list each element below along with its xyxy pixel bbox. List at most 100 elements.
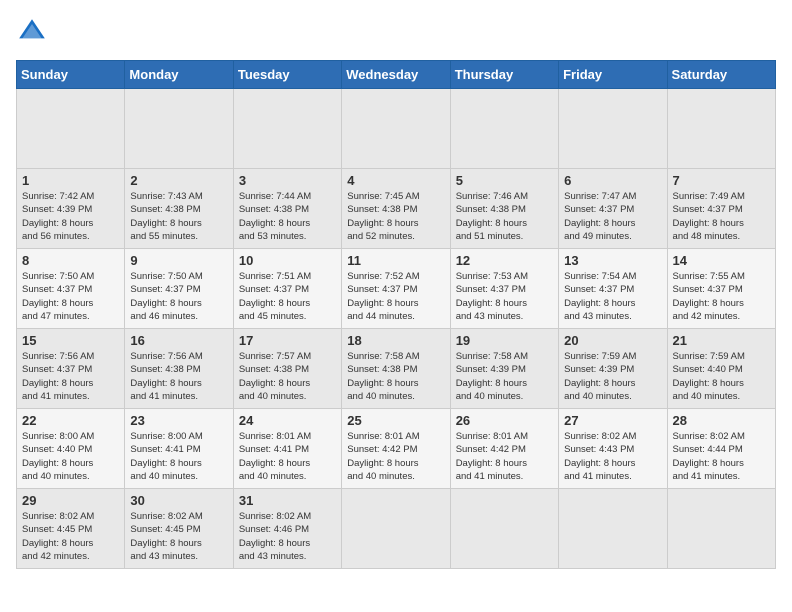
calendar-week-1: 1 Sunrise: 7:42 AM Sunset: 4:39 PM Daylig…: [17, 169, 776, 249]
calendar-cell: 27 Sunrise: 8:02 AM Sunset: 4:43 PM Dayli…: [559, 409, 667, 489]
calendar-cell: 31 Sunrise: 8:02 AM Sunset: 4:46 PM Dayli…: [233, 489, 341, 569]
calendar-cell: 6 Sunrise: 7:47 AM Sunset: 4:37 PM Daylig…: [559, 169, 667, 249]
cell-content: Sunrise: 7:43 AM Sunset: 4:38 PM Dayligh…: [130, 190, 227, 243]
calendar-cell: [17, 89, 125, 169]
day-number: 11: [347, 253, 444, 268]
day-number: 5: [456, 173, 553, 188]
calendar-cell: 26 Sunrise: 8:01 AM Sunset: 4:42 PM Dayli…: [450, 409, 558, 489]
calendar-cell: [342, 89, 450, 169]
day-number: 19: [456, 333, 553, 348]
day-number: 27: [564, 413, 661, 428]
cell-content: Sunrise: 7:52 AM Sunset: 4:37 PM Dayligh…: [347, 270, 444, 323]
day-number: 10: [239, 253, 336, 268]
calendar-cell: [125, 89, 233, 169]
day-number: 30: [130, 493, 227, 508]
calendar-cell: 28Sunrise: 8:02 AM Sunset: 4:44 PM Dayli…: [667, 409, 775, 489]
day-number: 15: [22, 333, 119, 348]
cell-content: Sunrise: 7:57 AM Sunset: 4:38 PM Dayligh…: [239, 350, 336, 403]
cell-content: Sunrise: 7:42 AM Sunset: 4:39 PM Dayligh…: [22, 190, 119, 243]
calendar-cell: [450, 89, 558, 169]
calendar-cell: 13Sunrise: 7:54 AM Sunset: 4:37 PM Dayli…: [559, 249, 667, 329]
day-number: 29: [22, 493, 119, 508]
cell-content: Sunrise: 7:56 AM Sunset: 4:38 PM Dayligh…: [130, 350, 227, 403]
calendar-cell: 10 Sunrise: 7:51 AM Sunset: 4:37 PM Dayli…: [233, 249, 341, 329]
calendar-cell: [667, 489, 775, 569]
calendar-cell: 9 Sunrise: 7:50 AM Sunset: 4:37 PM Daylig…: [125, 249, 233, 329]
header-wednesday: Wednesday: [342, 61, 450, 89]
calendar-cell: 30 Sunrise: 8:02 AM Sunset: 4:45 PM Dayli…: [125, 489, 233, 569]
day-number: 20: [564, 333, 661, 348]
calendar-cell: [450, 489, 558, 569]
calendar-header: SundayMondayTuesdayWednesdayThursdayFrid…: [17, 61, 776, 89]
day-number: 8: [22, 253, 119, 268]
day-number: 26: [456, 413, 553, 428]
calendar-cell: 23Sunrise: 8:00 AM Sunset: 4:41 PM Dayli…: [125, 409, 233, 489]
header-sunday: Sunday: [17, 61, 125, 89]
calendar-week-2: 8 Sunrise: 7:50 AM Sunset: 4:37 PM Daylig…: [17, 249, 776, 329]
cell-content: Sunrise: 8:02 AM Sunset: 4:45 PM Dayligh…: [130, 510, 227, 563]
cell-content: Sunrise: 7:51 AM Sunset: 4:37 PM Dayligh…: [239, 270, 336, 323]
day-number: 3: [239, 173, 336, 188]
day-number: 7: [673, 173, 770, 188]
calendar-cell: 20 Sunrise: 7:59 AM Sunset: 4:39 PM Dayli…: [559, 329, 667, 409]
calendar-cell: 17 Sunrise: 7:57 AM Sunset: 4:38 PM Dayli…: [233, 329, 341, 409]
calendar-week-4: 22Sunrise: 8:00 AM Sunset: 4:40 PM Dayli…: [17, 409, 776, 489]
cell-content: Sunrise: 7:55 AM Sunset: 4:37 PM Dayligh…: [673, 270, 770, 323]
calendar-cell: 24Sunrise: 8:01 AM Sunset: 4:41 PM Dayli…: [233, 409, 341, 489]
calendar-table: SundayMondayTuesdayWednesdayThursdayFrid…: [16, 60, 776, 569]
calendar-cell: 14 Sunrise: 7:55 AM Sunset: 4:37 PM Dayli…: [667, 249, 775, 329]
day-number: 31: [239, 493, 336, 508]
cell-content: Sunrise: 7:46 AM Sunset: 4:38 PM Dayligh…: [456, 190, 553, 243]
day-number: 24: [239, 413, 336, 428]
calendar-cell: 5 Sunrise: 7:46 AM Sunset: 4:38 PM Daylig…: [450, 169, 558, 249]
calendar-cell: 11 Sunrise: 7:52 AM Sunset: 4:37 PM Dayli…: [342, 249, 450, 329]
calendar-cell: 18 Sunrise: 7:58 AM Sunset: 4:38 PM Dayli…: [342, 329, 450, 409]
day-number: 2: [130, 173, 227, 188]
day-number: 23: [130, 413, 227, 428]
day-number: 1: [22, 173, 119, 188]
header-monday: Monday: [125, 61, 233, 89]
cell-content: Sunrise: 8:02 AM Sunset: 4:45 PM Dayligh…: [22, 510, 119, 563]
calendar-cell: 21 Sunrise: 7:59 AM Sunset: 4:40 PM Dayli…: [667, 329, 775, 409]
cell-content: Sunrise: 7:58 AM Sunset: 4:39 PM Dayligh…: [456, 350, 553, 403]
calendar-cell: [233, 89, 341, 169]
header-thursday: Thursday: [450, 61, 558, 89]
logo-icon: [16, 16, 48, 48]
header-saturday: Saturday: [667, 61, 775, 89]
day-number: 12: [456, 253, 553, 268]
cell-content: Sunrise: 8:02 AM Sunset: 4:46 PM Dayligh…: [239, 510, 336, 563]
day-number: 21: [673, 333, 770, 348]
page-header: [16, 16, 776, 48]
calendar-cell: 25Sunrise: 8:01 AM Sunset: 4:42 PM Dayli…: [342, 409, 450, 489]
cell-content: Sunrise: 7:58 AM Sunset: 4:38 PM Dayligh…: [347, 350, 444, 403]
cell-content: Sunrise: 7:47 AM Sunset: 4:37 PM Dayligh…: [564, 190, 661, 243]
header-tuesday: Tuesday: [233, 61, 341, 89]
calendar-cell: 19 Sunrise: 7:58 AM Sunset: 4:39 PM Dayli…: [450, 329, 558, 409]
cell-content: Sunrise: 7:59 AM Sunset: 4:39 PM Dayligh…: [564, 350, 661, 403]
cell-content: Sunrise: 8:02 AM Sunset: 4:44 PM Dayligh…: [673, 430, 770, 483]
calendar-cell: [559, 89, 667, 169]
calendar-cell: 2 Sunrise: 7:43 AM Sunset: 4:38 PM Daylig…: [125, 169, 233, 249]
calendar-body: 1 Sunrise: 7:42 AM Sunset: 4:39 PM Daylig…: [17, 89, 776, 569]
day-number: 4: [347, 173, 444, 188]
calendar-cell: 29 Sunrise: 8:02 AM Sunset: 4:45 PM Dayli…: [17, 489, 125, 569]
day-number: 17: [239, 333, 336, 348]
calendar-week-5: 29 Sunrise: 8:02 AM Sunset: 4:45 PM Dayli…: [17, 489, 776, 569]
day-number: 18: [347, 333, 444, 348]
day-number: 9: [130, 253, 227, 268]
cell-content: Sunrise: 7:56 AM Sunset: 4:37 PM Dayligh…: [22, 350, 119, 403]
cell-content: Sunrise: 7:49 AM Sunset: 4:37 PM Dayligh…: [673, 190, 770, 243]
cell-content: Sunrise: 7:53 AM Sunset: 4:37 PM Dayligh…: [456, 270, 553, 323]
day-number: 14: [673, 253, 770, 268]
cell-content: Sunrise: 8:02 AM Sunset: 4:43 PM Dayligh…: [564, 430, 661, 483]
day-number: 6: [564, 173, 661, 188]
calendar-cell: 8Sunrise: 7:50 AM Sunset: 4:37 PM Daylig…: [17, 249, 125, 329]
calendar-cell: 15 Sunrise: 7:56 AM Sunset: 4:37 PM Dayli…: [17, 329, 125, 409]
calendar-cell: 12 Sunrise: 7:53 AM Sunset: 4:37 PM Dayli…: [450, 249, 558, 329]
cell-content: Sunrise: 7:45 AM Sunset: 4:38 PM Dayligh…: [347, 190, 444, 243]
cell-content: Sunrise: 7:59 AM Sunset: 4:40 PM Dayligh…: [673, 350, 770, 403]
cell-content: Sunrise: 7:50 AM Sunset: 4:37 PM Dayligh…: [130, 270, 227, 323]
cell-content: Sunrise: 8:01 AM Sunset: 4:42 PM Dayligh…: [456, 430, 553, 483]
cell-content: Sunrise: 8:00 AM Sunset: 4:40 PM Dayligh…: [22, 430, 119, 483]
cell-content: Sunrise: 7:44 AM Sunset: 4:38 PM Dayligh…: [239, 190, 336, 243]
